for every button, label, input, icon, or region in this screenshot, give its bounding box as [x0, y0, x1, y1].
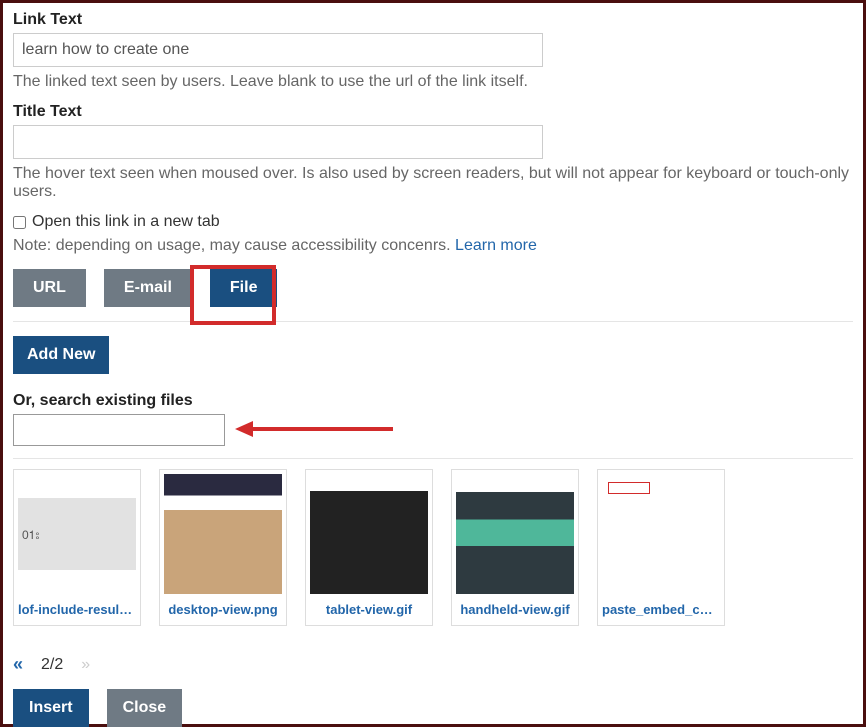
search-input[interactable] [13, 414, 225, 446]
link-text-section: Link Text The linked text seen by users.… [13, 11, 853, 91]
title-text-help: The hover text seen when moused over. Is… [13, 165, 853, 201]
title-text-label: Title Text [13, 103, 853, 121]
title-text-input[interactable] [13, 125, 543, 159]
link-text-input[interactable] [13, 33, 543, 67]
file-thumbnail [310, 474, 428, 594]
add-new-button[interactable]: Add New [13, 336, 109, 374]
tab-url[interactable]: URL [13, 269, 86, 307]
file-thumbnail [164, 474, 282, 594]
tab-email[interactable]: E-mail [104, 269, 192, 307]
tab-file[interactable]: File [210, 269, 278, 307]
new-tab-checkbox[interactable] [13, 216, 26, 229]
file-card[interactable]: tablet-view.gif [305, 469, 433, 626]
file-name: paste_embed_code.. [602, 602, 720, 621]
new-tab-label: Open this link in a new tab [32, 213, 220, 231]
link-type-tabs: URL E-mail File [13, 269, 853, 322]
search-label: Or, search existing files [13, 392, 853, 410]
file-card[interactable]: lof-include-result-f... [13, 469, 141, 626]
learn-more-link[interactable]: Learn more [455, 237, 537, 254]
file-name: desktop-view.png [164, 602, 282, 621]
file-grid: lof-include-result-f... desktop-view.png t… [13, 458, 853, 626]
link-dialog: Link Text The linked text seen by users.… [0, 0, 866, 727]
close-button[interactable]: Close [107, 689, 183, 727]
pager-label: 2/2 [41, 656, 63, 674]
file-card[interactable]: paste_embed_code.. [597, 469, 725, 626]
file-name: handheld-view.gif [456, 602, 574, 621]
pager: « 2/2 » [13, 654, 853, 675]
new-tab-note: Note: depending on usage, may cause acce… [13, 237, 853, 255]
link-text-label: Link Text [13, 11, 853, 29]
file-card[interactable]: desktop-view.png [159, 469, 287, 626]
pager-first[interactable]: « [13, 654, 23, 675]
file-name: lof-include-result-f... [18, 602, 136, 621]
title-text-section: Title Text The hover text seen when mous… [13, 103, 853, 201]
file-name: tablet-view.gif [310, 602, 428, 621]
file-card[interactable]: handheld-view.gif [451, 469, 579, 626]
insert-button[interactable]: Insert [13, 689, 89, 727]
file-thumbnail [18, 474, 136, 594]
pager-next[interactable]: » [81, 656, 90, 674]
link-text-help: The linked text seen by users. Leave bla… [13, 73, 853, 91]
new-tab-row: Open this link in a new tab [13, 213, 853, 231]
search-section: Or, search existing files [13, 392, 853, 446]
file-thumbnail [602, 474, 720, 594]
file-thumbnail [456, 474, 574, 594]
dialog-actions: Insert Close [13, 689, 853, 727]
